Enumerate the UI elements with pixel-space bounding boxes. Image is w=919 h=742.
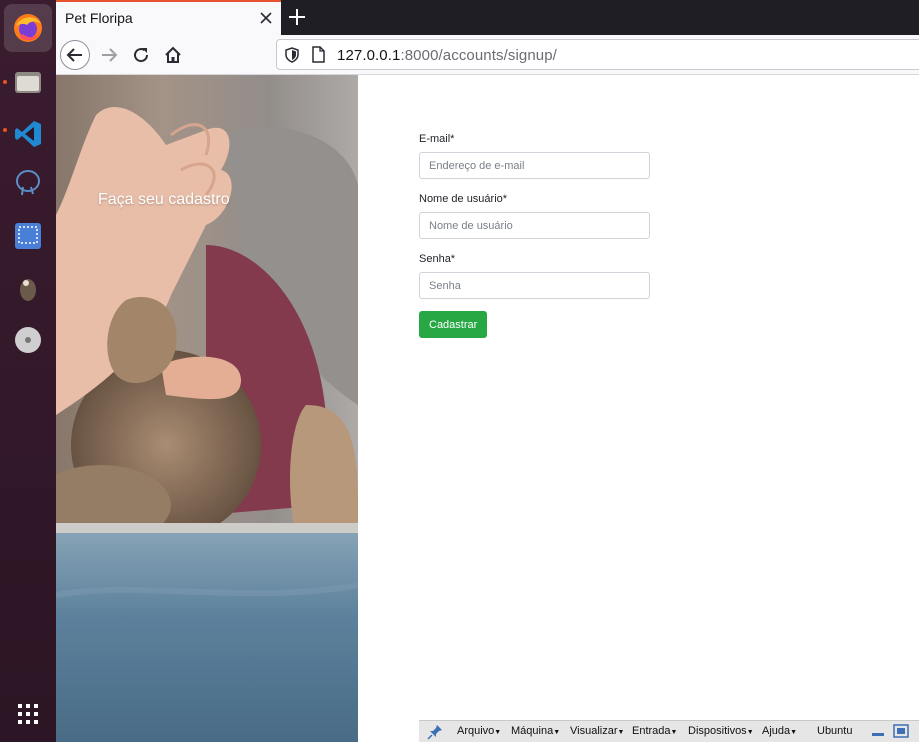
menu-dispositivos-label: Dispositivos: [688, 725, 747, 737]
username-label: Nome de usuário*: [419, 193, 508, 205]
ubuntu-dock: [0, 0, 56, 742]
menu-dispositivos[interactable]: Dispositivos▼: [688, 725, 754, 737]
home-icon: [165, 46, 181, 63]
fullscreen-icon[interactable]: [893, 724, 909, 739]
pin-icon[interactable]: [427, 724, 443, 740]
chevron-down-icon: ▼: [494, 729, 502, 736]
chevron-down-icon: ▼: [617, 729, 625, 736]
apps-grid-icon[interactable]: [4, 690, 52, 738]
password-label: Senha*: [419, 253, 456, 265]
screenshot-icon[interactable]: [4, 212, 52, 260]
email-label: E-mail*: [419, 133, 455, 145]
menu-maquina[interactable]: Máquina▼: [511, 725, 560, 737]
password-field[interactable]: [419, 272, 650, 299]
close-icon[interactable]: [259, 11, 273, 25]
hero-image: Faça seu cadastro: [56, 75, 358, 742]
tab-bar: Pet Floripa: [56, 0, 919, 35]
chevron-down-icon: ▼: [746, 729, 754, 736]
arrow-right-icon: [102, 48, 118, 62]
minimize-icon[interactable]: [871, 726, 885, 738]
password-field-group: Senha*: [419, 253, 651, 299]
menu-ajuda-label: Ajuda: [762, 725, 791, 737]
hero-title: Faça seu cadastro: [98, 191, 230, 208]
signup-form: E-mail* Nome de usuário* Senha* Cadastra…: [419, 133, 651, 338]
new-tab-icon[interactable]: [288, 8, 306, 26]
vm-name: Ubuntu: [817, 725, 853, 737]
gimp-icon[interactable]: [4, 264, 52, 312]
virtualbox-menu-bar: Arquivo▼ Máquina▼ Visualizar▼ Entrada▼ D…: [419, 720, 919, 742]
tab-pet-floripa[interactable]: Pet Floripa: [56, 0, 281, 35]
postgresql-icon[interactable]: [4, 158, 52, 206]
url-path: :8000/accounts/signup/: [400, 47, 557, 64]
menu-arquivo-label: Arquivo: [457, 725, 495, 737]
menu-visualizar[interactable]: Visualizar▼: [570, 725, 624, 737]
navigation-bar: 127.0.0.1:8000/accounts/signup/: [56, 35, 919, 75]
menu-visualizar-label: Visualizar: [570, 725, 618, 737]
menu-ajuda[interactable]: Ajuda▼: [762, 725, 797, 737]
username-field[interactable]: [419, 212, 650, 239]
menu-maquina-label: Máquina: [511, 725, 554, 737]
arrow-left-icon: [66, 48, 82, 62]
username-field-group: Nome de usuário*: [419, 193, 651, 239]
home-button[interactable]: [158, 40, 188, 70]
screen: Pet Floripa 127.0.0.1:8000/accounts/sign…: [0, 0, 919, 742]
files-icon[interactable]: [4, 58, 52, 106]
email-field[interactable]: [419, 152, 650, 179]
chevron-down-icon: ▼: [790, 729, 798, 736]
shield-icon[interactable]: [285, 47, 299, 63]
back-button[interactable]: [60, 40, 90, 70]
page-icon[interactable]: [311, 46, 325, 63]
reload-icon: [134, 48, 149, 63]
url-host: 127.0.0.1: [337, 47, 401, 64]
signup-button[interactable]: Cadastrar: [419, 311, 488, 338]
firefox-icon[interactable]: [4, 4, 52, 52]
url-bar[interactable]: 127.0.0.1:8000/accounts/signup/: [276, 39, 919, 70]
dvd-icon[interactable]: [4, 316, 52, 364]
menu-arquivo[interactable]: Arquivo▼: [457, 725, 501, 737]
menu-entrada[interactable]: Entrada▼: [632, 725, 677, 737]
url-text[interactable]: 127.0.0.1:8000/accounts/signup/: [337, 47, 557, 64]
chevron-down-icon: ▼: [553, 729, 561, 736]
cat-high-five-photo: [56, 75, 358, 742]
chevron-down-icon: ▼: [670, 729, 678, 736]
tab-title: Pet Floripa: [65, 10, 133, 26]
email-field-group: E-mail*: [419, 133, 651, 179]
vscode-icon[interactable]: [4, 110, 52, 158]
reload-button[interactable]: [126, 40, 156, 70]
menu-entrada-label: Entrada: [632, 725, 671, 737]
forward-button[interactable]: [94, 40, 124, 70]
